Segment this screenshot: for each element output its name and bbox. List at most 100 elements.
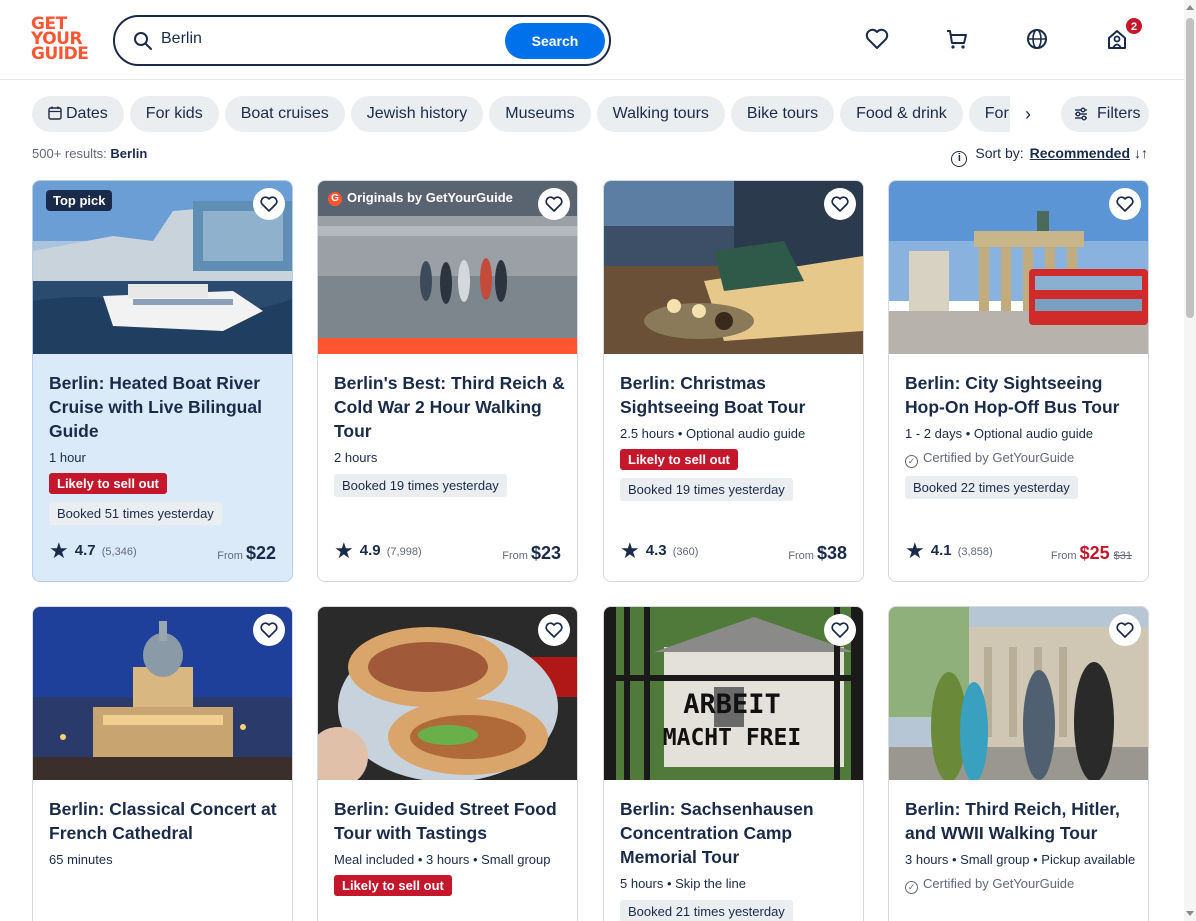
chips-next-chevron-icon[interactable]: › [1010,96,1046,132]
price-value: $38 [816,543,847,563]
activity-card[interactable]: Berlin: City Sightseeing Hop-On Hop-Off … [888,180,1149,582]
booked-badge: Booked 19 times yesterday [620,478,793,501]
originals-stripe [318,338,577,354]
activity-card[interactable]: ARBEIT MACHT FREI Berlin: Sachsenhausen … [603,606,864,921]
globe-icon[interactable] [1024,26,1050,52]
price-from-label: From [217,550,243,562]
chip-food-drink[interactable]: Food & drink [840,96,963,132]
top-header: GET YOUR GUIDE Berlin Search 2 [0,0,1184,80]
wishlist-button[interactable] [1109,614,1141,646]
search-button[interactable]: Search [505,23,605,59]
sign-line-1: ARBEIT [683,689,781,720]
check-circle-icon: ✓ [905,881,918,894]
sort-label: Sort by: [975,145,1024,161]
activity-card[interactable]: Berlin: Classical Concert at French Cath… [32,606,293,921]
price: From $23 [502,543,561,564]
star-icon: ★ [49,538,69,563]
card-title[interactable]: Berlin: Guided Street Food Tour with Tas… [334,797,566,845]
search-bar[interactable]: Berlin Search [113,15,611,66]
g-logo-icon: G [328,192,342,206]
price-from-label: From [788,550,814,562]
certified-label: ✓ Certified by GetYourGuide [905,450,1137,468]
scrollbar-thumb[interactable] [1186,18,1194,318]
booked-badge: Booked 22 times yesterday [905,476,1078,499]
activity-card[interactable]: Berlin: Third Reich, Hitler, and WWII Wa… [888,606,1149,921]
wishlist-button[interactable] [824,188,856,220]
scroll-down-icon[interactable] [1186,911,1194,916]
rating-value: 4.3 [645,542,667,559]
price-from-label: From [502,550,528,562]
price: From $38 [788,543,847,564]
price-from-label: From [1050,550,1077,562]
price-value: $22 [245,543,276,563]
rating-value: 4.9 [359,542,381,559]
heart-icon [1116,196,1134,212]
card-meta: 2 hours [334,450,378,465]
card-meta: 1 hour [49,450,86,465]
cart-count-badge: 2 [1125,17,1143,35]
info-icon[interactable]: i [951,151,968,167]
heart-icon [831,196,849,212]
review-count: (3,858) [957,546,993,558]
review-count: (5,346) [101,546,137,558]
card-meta: 3 hours • Small group • Pickup available [905,852,1136,867]
card-title[interactable]: Berlin: City Sightseeing Hop-On Hop-Off … [905,371,1137,419]
wishlist-button[interactable] [538,188,570,220]
sort-arrows-icon[interactable]: ↓↑ [1134,145,1148,161]
booked-badge: Booked 19 times yesterday [334,474,507,497]
filters-button[interactable]: Filters [1061,96,1149,132]
activity-card[interactable]: Top pick Berlin: Heated Boat River Cruis… [32,180,293,582]
results-query: Berlin [110,146,148,161]
scroll-up-icon[interactable] [1186,5,1194,10]
card-title[interactable]: Berlin: Christmas Sightseeing Boat Tour [620,371,852,419]
activity-card[interactable]: Berlin: Guided Street Food Tour with Tas… [317,606,578,921]
category-chips: Dates For kids Boat cruises Jewish history M… [32,96,1072,132]
chip-museums[interactable]: Museums [489,96,591,132]
likely-to-sell-out-badge: Likely to sell out [334,875,452,896]
card-title[interactable]: Berlin: Sachsenhausen Concentration Camp… [620,797,852,869]
chip-walking-tours[interactable]: Walking tours [596,96,725,132]
heart-icon [831,622,849,638]
wishlist-button[interactable] [538,614,570,646]
heart-icon[interactable] [864,26,890,52]
chip-bike-tours[interactable]: Bike tours [730,96,835,132]
wishlist-button[interactable] [824,614,856,646]
review-count: (7,998) [386,546,422,558]
card-title[interactable]: Berlin's Best: Third Reich & Cold War 2 … [334,371,566,443]
rating: ★ 4.7 (5,346) [49,538,137,564]
sort-value[interactable]: Recommended [1030,145,1130,161]
certified-label: ✓ Certified by GetYourGuide [905,876,1137,894]
review-count: (360) [672,546,699,558]
card-meta: 65 minutes [49,852,113,867]
wishlist-button[interactable] [253,614,285,646]
getyourguide-logo[interactable]: GET YOUR GUIDE [31,16,89,64]
card-title[interactable]: Berlin: Classical Concert at French Cath… [49,797,281,845]
chip-boat-cruises[interactable]: Boat cruises [224,96,345,132]
certified-text: Certified by GetYourGuide [923,876,1075,891]
page-scrollbar[interactable] [1184,0,1196,921]
card-meta: Meal included • 3 hours • Small group [334,852,551,867]
chip-jewish-history[interactable]: Jewish history [350,96,484,132]
card-meta: 5 hours • Skip the line [620,876,746,891]
card-title[interactable]: Berlin: Third Reich, Hitler, and WWII Wa… [905,797,1137,845]
likely-to-sell-out-badge: Likely to sell out [620,449,738,470]
cart-icon[interactable] [944,26,970,52]
search-input[interactable]: Berlin [161,30,202,48]
heart-icon [545,196,563,212]
chip-dates[interactable]: Dates [32,96,124,132]
heart-icon [260,196,278,212]
top-pick-badge: Top pick [46,190,113,211]
chip-for-kids[interactable]: For kids [129,96,219,132]
heart-icon [1116,622,1134,638]
certified-text: Certified by GetYourGuide [923,450,1075,465]
logo-line-3: GUIDE [31,44,89,64]
star-icon: ★ [334,538,354,563]
card-meta: 1 - 2 days • Optional audio guide [905,426,1094,441]
sort-control[interactable]: i Sort by: Recommended ↓↑ [951,145,1148,167]
activity-card[interactable]: Berlin: Christmas Sightseeing Boat Tour … [603,180,864,582]
wishlist-button[interactable] [253,188,285,220]
wishlist-button[interactable] [1109,188,1141,220]
activity-card[interactable]: G Originals by GetYourGuide Berlin's Best… [317,180,578,582]
card-title[interactable]: Berlin: Heated Boat River Cruise with Li… [49,371,281,443]
sign-line-2: MACHT FREI [663,725,801,751]
